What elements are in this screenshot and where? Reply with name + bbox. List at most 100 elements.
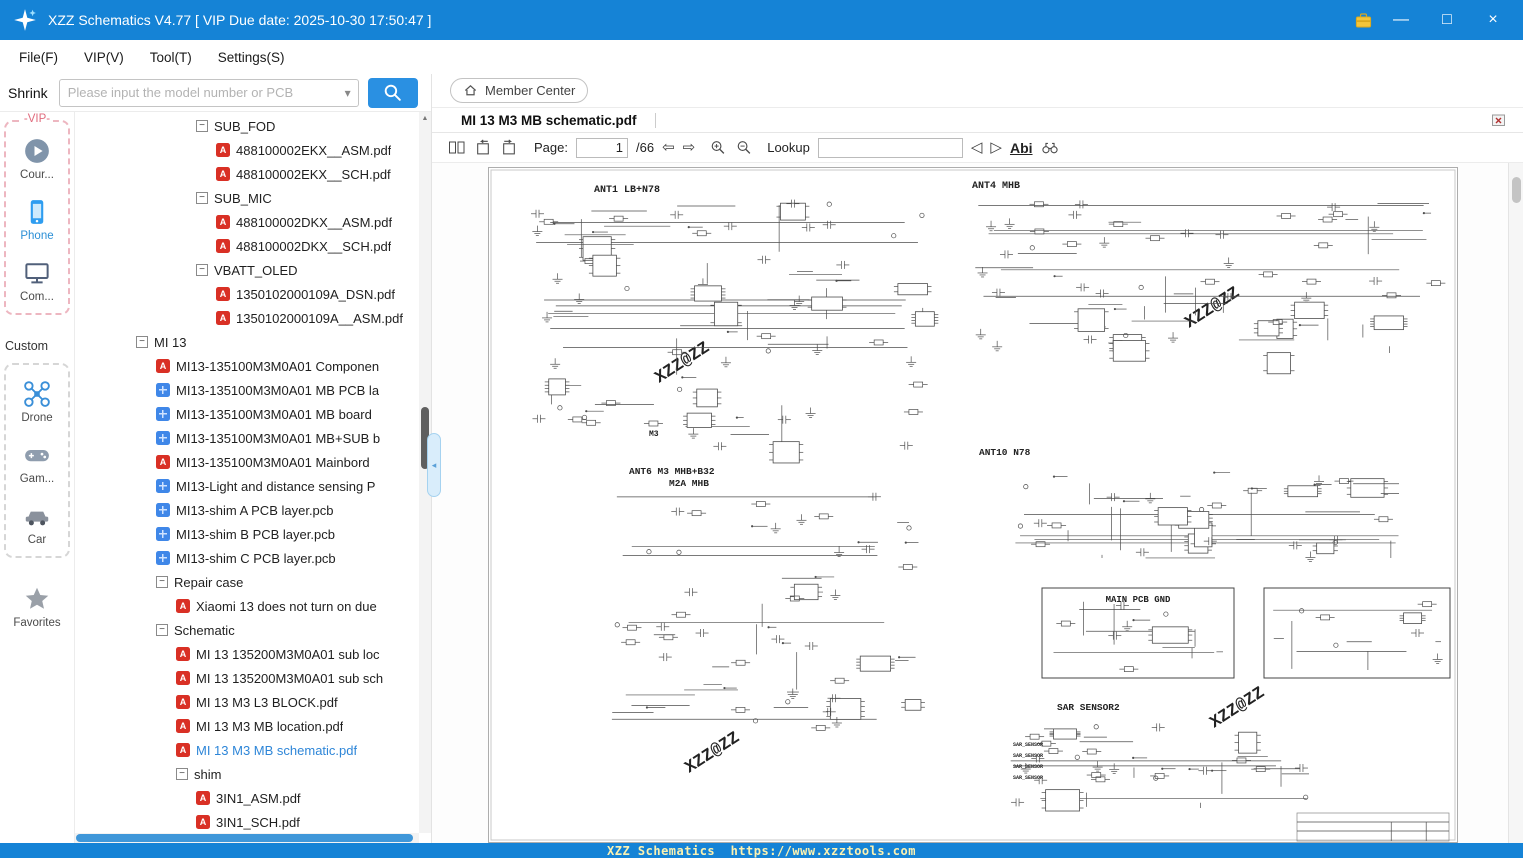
tree-item[interactable]: MI13-shim A PCB layer.pcb	[75, 498, 419, 522]
tree-item[interactable]: AMI 13 135200M3M0A01 sub loc	[75, 642, 419, 666]
collapse-icon[interactable]: −	[136, 336, 148, 348]
tree-item[interactable]: A1350102000109A_DSN.pdf	[75, 282, 419, 306]
tree-item[interactable]: MI13-Light and distance sensing P	[75, 474, 419, 498]
tree-item[interactable]: A1350102000109A__ASM.pdf	[75, 306, 419, 330]
tree-folder[interactable]: −MI 13	[75, 330, 419, 354]
schematic-canvas: XZZ@ZZXZZ@ZZXZZ@ZZXZZ@ZZMAIN PCB GNDANT1…	[489, 168, 1457, 842]
pdf-file-icon: A	[196, 791, 210, 805]
previous-match-button[interactable]: ◁	[971, 140, 983, 155]
custom-items: Drone Gam... Car	[20, 379, 55, 546]
tree-item[interactable]: A488100002DKX__SCH.pdf	[75, 234, 419, 258]
collapse-icon[interactable]: −	[196, 192, 208, 204]
page-number-input[interactable]	[576, 138, 628, 158]
menu-item-vip[interactable]: VIP(V)	[71, 50, 137, 65]
viewer-vertical-scrollbar[interactable]	[1508, 163, 1523, 843]
sidebar-item-course[interactable]: Cour...	[20, 136, 54, 181]
tree-item[interactable]: AXiaomi 13 does not turn on due	[75, 594, 419, 618]
pdf-file-icon: A	[176, 671, 190, 685]
scroll-up-icon[interactable]: ▲	[419, 115, 431, 122]
pcb-file-icon	[156, 479, 170, 493]
tree-item[interactable]: MI13-135100M3M0A01 MB+SUB b	[75, 426, 419, 450]
svg-text:SAR_SENSOR: SAR_SENSOR	[1013, 764, 1043, 770]
collapse-icon[interactable]: −	[156, 576, 168, 588]
tab-mi13-m3-mb-schematic[interactable]: MI 13 M3 MB schematic.pdf	[461, 113, 655, 128]
collapse-icon[interactable]: −	[196, 120, 208, 132]
menu-item-settings[interactable]: Settings(S)	[205, 50, 298, 65]
tree-item[interactable]: AMI 13 M3 L3 BLOCK.pdf	[75, 690, 419, 714]
vip-card-icon[interactable]	[1354, 11, 1373, 30]
panel-collapse-handle[interactable]: ◂	[427, 433, 441, 497]
star-icon	[22, 584, 52, 614]
tree-item[interactable]: AMI13-135100M3M0A01 Componen	[75, 354, 419, 378]
sidebar-item-computer[interactable]: Com...	[20, 258, 54, 303]
minimize-button[interactable]: —	[1391, 12, 1411, 28]
status-bar: XZZ Schematics https://www.xzztools.com	[0, 843, 1523, 858]
two-page-view-icon[interactable]	[448, 139, 466, 156]
tree-folder[interactable]: −SUB_FOD	[75, 114, 419, 138]
collapse-icon[interactable]: −	[176, 768, 188, 780]
tree-item-label: MI13-shim C PCB layer.pcb	[176, 551, 336, 566]
search-button[interactable]	[368, 78, 418, 108]
shrink-button[interactable]: Shrink	[6, 85, 50, 101]
collapse-icon[interactable]: −	[196, 264, 208, 276]
tree-item[interactable]: A488100002EKX__SCH.pdf	[75, 162, 419, 186]
binoculars-icon[interactable]	[1041, 139, 1059, 156]
chevron-down-icon[interactable]: ▾	[338, 86, 358, 100]
tree-item[interactable]: MI13-135100M3M0A01 MB PCB la	[75, 378, 419, 402]
sidebar-item-games[interactable]: Gam...	[20, 440, 55, 485]
tree-item-label: MI13-shim B PCB layer.pcb	[176, 527, 335, 542]
tree-item-label: MI13-135100M3M0A01 MB PCB la	[176, 383, 379, 398]
close-button[interactable]: ×	[1483, 12, 1503, 28]
close-document-icon[interactable]	[1490, 112, 1507, 128]
tree-hscrollbar-thumb[interactable]	[76, 834, 413, 842]
tree-item-label: 3IN1_ASM.pdf	[216, 791, 301, 806]
tree-folder[interactable]: −SUB_MIC	[75, 186, 419, 210]
tree-horizontal-scrollbar[interactable]	[75, 833, 419, 843]
tree-item[interactable]: MI13-135100M3M0A01 MB board	[75, 402, 419, 426]
menu-item-file[interactable]: File(F)	[6, 50, 71, 65]
tree-folder[interactable]: −VBATT_OLED	[75, 258, 419, 282]
rotate-left-icon[interactable]	[474, 139, 492, 156]
course-label: Cour...	[20, 169, 54, 181]
app-logo-icon	[12, 7, 38, 33]
sidebar-item-phone[interactable]: Phone	[20, 197, 53, 242]
tree-folder[interactable]: −Schematic	[75, 618, 419, 642]
tree-item[interactable]: A3IN1_SCH.pdf	[75, 810, 419, 833]
pcb-file-icon	[156, 551, 170, 565]
tree-item[interactable]: MI13-shim B PCB layer.pcb	[75, 522, 419, 546]
menu-item-tool[interactable]: Tool(T)	[137, 50, 205, 65]
tree-item[interactable]: MI13-shim C PCB layer.pcb	[75, 546, 419, 570]
member-center-button[interactable]: Member Center	[450, 78, 588, 103]
rotate-right-icon[interactable]	[500, 139, 518, 156]
match-case-toggle[interactable]: Abi	[1010, 140, 1033, 156]
tree-item[interactable]: A488100002EKX__ASM.pdf	[75, 138, 419, 162]
model-search-input[interactable]	[60, 85, 338, 100]
svg-text:XZZ@ZZ: XZZ@ZZ	[682, 729, 744, 778]
tree-item[interactable]: AMI 13 135200M3M0A01 sub sch	[75, 666, 419, 690]
sidebar-item-drone[interactable]: Drone	[21, 379, 52, 424]
tree-folder[interactable]: −Repair case	[75, 570, 419, 594]
tree-item[interactable]: AMI 13 M3 MB schematic.pdf	[75, 738, 419, 762]
previous-page-button[interactable]: ⇦	[662, 140, 675, 155]
file-tree-panel: −SUB_FODA488100002EKX__ASM.pdfA488100002…	[75, 112, 431, 843]
tree-item[interactable]: AMI 13 M3 MB location.pdf	[75, 714, 419, 738]
tree-item[interactable]: A488100002DKX__ASM.pdf	[75, 210, 419, 234]
tree-item[interactable]: AMI13-135100M3M0A01 Mainbord	[75, 450, 419, 474]
tree-folder[interactable]: −shim	[75, 762, 419, 786]
svg-text:M2A MHB: M2A MHB	[669, 478, 709, 489]
collapse-icon[interactable]: −	[156, 624, 168, 636]
lookup-input[interactable]	[818, 138, 963, 158]
viewer-scrollbar-thumb[interactable]	[1512, 177, 1521, 203]
tree-item-label: 488100002EKX__SCH.pdf	[236, 167, 391, 182]
zoom-in-icon[interactable]	[709, 139, 727, 156]
next-match-button[interactable]: ▷	[990, 140, 1002, 155]
maximize-button[interactable]: □	[1437, 12, 1457, 28]
pcb-file-icon	[156, 527, 170, 541]
sidebar-item-favorites[interactable]: Favorites	[13, 584, 60, 629]
svg-text:MAIN PCB GND: MAIN PCB GND	[1106, 595, 1171, 605]
next-page-button[interactable]: ⇨	[683, 140, 696, 155]
schematic-page: XZZ@ZZXZZ@ZZXZZ@ZZXZZ@ZZMAIN PCB GNDANT1…	[488, 167, 1458, 843]
zoom-out-icon[interactable]	[735, 139, 753, 156]
sidebar-item-car[interactable]: Car	[22, 501, 52, 546]
tree-item[interactable]: A 3IN1_ASM.pdf	[75, 786, 419, 810]
